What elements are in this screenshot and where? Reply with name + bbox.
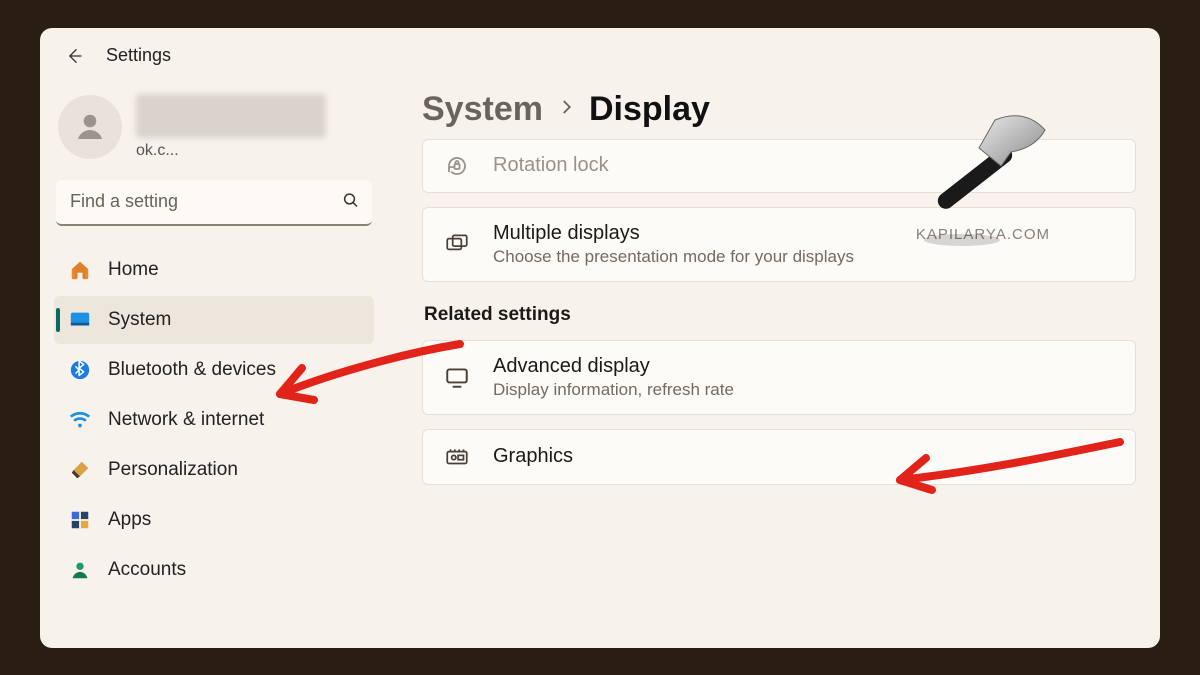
sidebar-item-label: Apps	[108, 509, 151, 531]
paintbrush-icon	[68, 458, 92, 482]
setting-subtitle: Choose the presentation mode for your di…	[493, 247, 854, 267]
setting-rotation-lock[interactable]: Rotation lock	[422, 139, 1136, 193]
breadcrumb: System Display	[422, 90, 1136, 129]
nav-list: Home System Bluetooth & devices	[54, 246, 374, 594]
titlebar: Settings	[40, 28, 1160, 76]
rotation-lock-icon	[443, 154, 471, 178]
setting-multiple-displays[interactable]: Multiple displays Choose the presentatio…	[422, 207, 1136, 282]
display-icon	[443, 364, 471, 390]
sidebar-item-label: Bluetooth & devices	[108, 359, 276, 381]
sidebar-item-home[interactable]: Home	[54, 246, 374, 294]
sidebar-item-label: System	[108, 309, 171, 331]
search-icon	[342, 191, 360, 214]
profile-name-redacted	[136, 94, 326, 138]
setting-title: Graphics	[493, 445, 573, 468]
setting-title: Rotation lock	[493, 154, 609, 177]
apps-icon	[68, 508, 92, 532]
sidebar-item-personalization[interactable]: Personalization	[54, 446, 374, 494]
breadcrumb-current: Display	[589, 90, 710, 129]
back-button[interactable]	[60, 42, 88, 70]
chevron-right-icon	[557, 98, 575, 121]
profile-text: ok.c...	[136, 94, 370, 160]
search-wrap	[56, 180, 372, 226]
sidebar-item-label: Personalization	[108, 459, 238, 481]
sidebar-item-bluetooth[interactable]: Bluetooth & devices	[54, 346, 374, 394]
profile-email: ok.c...	[136, 142, 370, 160]
graphics-icon	[443, 444, 471, 470]
sidebar-item-label: Home	[108, 259, 159, 281]
settings-window: Settings ok.c...	[40, 28, 1160, 648]
sidebar-item-label: Accounts	[108, 559, 186, 581]
setting-advanced-display[interactable]: Advanced display Display information, re…	[422, 340, 1136, 415]
sidebar-item-apps[interactable]: Apps	[54, 496, 374, 544]
main-panel: System Display Rotation lock	[388, 76, 1160, 648]
multiple-displays-icon	[443, 231, 471, 257]
home-icon	[68, 258, 92, 282]
wifi-icon	[68, 408, 92, 432]
sidebar-item-label: Network & internet	[108, 409, 264, 431]
sidebar-item-system[interactable]: System	[54, 296, 374, 344]
sidebar-item-accounts[interactable]: Accounts	[54, 546, 374, 594]
sidebar: ok.c... Home	[40, 76, 388, 648]
accounts-icon	[68, 558, 92, 582]
setting-title: Multiple displays	[493, 222, 854, 245]
person-icon	[72, 109, 108, 145]
watermark-text: KAPILARYA.COM	[916, 226, 1050, 243]
profile-block[interactable]: ok.c...	[54, 86, 374, 178]
bluetooth-icon	[68, 358, 92, 382]
section-related-settings: Related settings	[424, 304, 1136, 326]
setting-subtitle: Display information, refresh rate	[493, 380, 734, 400]
avatar	[58, 95, 122, 159]
search-input[interactable]	[56, 180, 372, 226]
setting-graphics[interactable]: Graphics	[422, 429, 1136, 485]
window-title: Settings	[106, 45, 171, 66]
sidebar-item-network[interactable]: Network & internet	[54, 396, 374, 444]
breadcrumb-parent[interactable]: System	[422, 90, 543, 129]
system-icon	[68, 308, 92, 332]
setting-title: Advanced display	[493, 355, 734, 378]
back-arrow-icon	[64, 46, 84, 66]
